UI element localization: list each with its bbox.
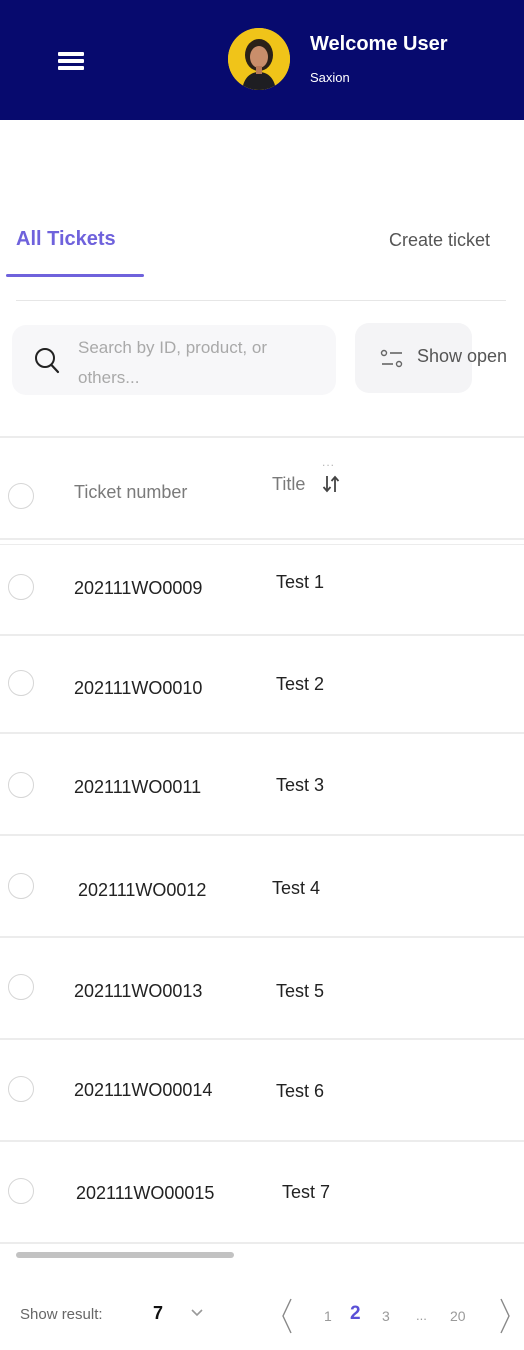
table-top-divider	[0, 436, 524, 438]
horizontal-scrollbar[interactable]	[16, 1252, 234, 1258]
organization-name: Saxion	[310, 70, 350, 85]
ticket-title-cell[interactable]: Test 6	[276, 1081, 324, 1102]
chevron-right-icon[interactable]	[498, 1297, 512, 1335]
row-divider	[0, 732, 524, 734]
page-1[interactable]: 1	[324, 1308, 332, 1324]
app-header: Welcome User Saxion	[0, 0, 524, 120]
search-box	[12, 325, 336, 395]
row-divider	[0, 834, 524, 836]
chevron-left-icon[interactable]	[280, 1297, 294, 1335]
row-divider	[0, 1242, 524, 1244]
row-checkbox[interactable]	[8, 873, 34, 899]
row-checkbox[interactable]	[8, 574, 34, 600]
ticket-number-cell[interactable]: 202111WO00015	[76, 1183, 214, 1204]
ticket-title-cell[interactable]: Test 5	[276, 981, 324, 1002]
ticket-number-cell[interactable]: 202111WO00014	[74, 1080, 212, 1101]
row-checkbox[interactable]	[8, 1178, 34, 1204]
row-divider	[0, 1038, 524, 1040]
column-drag-handle[interactable]: ...	[322, 455, 335, 469]
active-tab-indicator	[6, 274, 144, 277]
search-icon	[35, 348, 60, 374]
ticket-number-cell[interactable]: 202111WO0010	[74, 678, 202, 699]
page-last[interactable]: 20	[450, 1308, 466, 1324]
tabs-divider	[16, 300, 506, 301]
ticket-number-cell[interactable]: 202111WO0009	[74, 578, 202, 599]
row-divider	[0, 544, 524, 545]
ticket-title-cell[interactable]: Test 3	[276, 775, 324, 796]
show-result-label: Show result:	[20, 1306, 103, 1323]
ticket-title-cell[interactable]: Test 1	[276, 572, 324, 593]
row-divider	[0, 634, 524, 636]
ticket-number-cell[interactable]: 202111WO0013	[74, 981, 202, 1002]
row-divider	[0, 1140, 524, 1142]
column-header-ticket-number[interactable]: Ticket number	[74, 482, 187, 503]
ticket-number-cell[interactable]: 202111WO0011	[74, 777, 201, 798]
row-divider	[0, 538, 524, 540]
show-open-filter-label[interactable]: Show open	[417, 346, 507, 367]
row-checkbox[interactable]	[8, 772, 34, 798]
sliders-icon	[380, 349, 403, 368]
row-checkbox[interactable]	[8, 670, 34, 696]
welcome-text: Welcome User	[310, 33, 448, 55]
page-2-active[interactable]: 2	[350, 1303, 361, 1325]
select-all-checkbox[interactable]	[8, 483, 34, 509]
sort-arrows-icon[interactable]	[322, 474, 340, 494]
ticket-title-cell[interactable]: Test 7	[282, 1182, 330, 1203]
pagination-ellipsis: ...	[416, 1308, 427, 1323]
chevron-down-icon[interactable]	[190, 1308, 204, 1318]
row-checkbox[interactable]	[8, 974, 34, 1000]
column-header-title[interactable]: Title	[272, 474, 305, 495]
ticket-title-cell[interactable]: Test 2	[276, 674, 324, 695]
page-3[interactable]: 3	[382, 1308, 390, 1324]
ticket-title-cell[interactable]: Test 4	[272, 878, 320, 899]
hamburger-menu-icon[interactable]	[56, 48, 86, 74]
row-checkbox[interactable]	[8, 1076, 34, 1102]
search-input[interactable]	[78, 333, 326, 389]
tab-create-ticket[interactable]: Create ticket	[389, 230, 490, 251]
tab-all-tickets[interactable]: All Tickets	[16, 228, 116, 251]
ticket-number-cell[interactable]: 202111WO0012	[78, 880, 206, 901]
avatar[interactable]	[228, 28, 290, 90]
row-divider	[0, 936, 524, 938]
show-result-select[interactable]: 7	[153, 1303, 163, 1324]
